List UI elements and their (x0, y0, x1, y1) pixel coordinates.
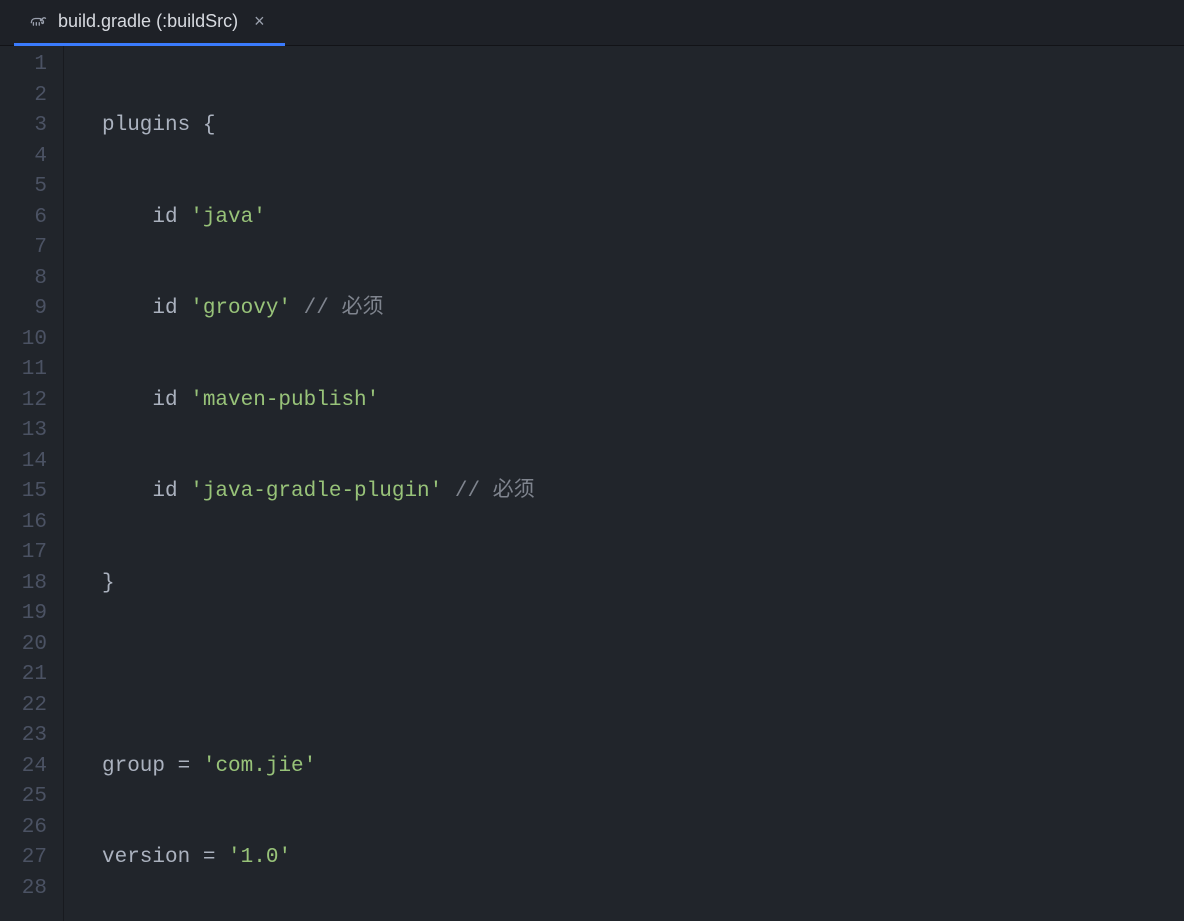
gutter-line-number: 9 (0, 294, 47, 325)
gutter-line-number: 8 (0, 264, 47, 295)
code-line: id 'java-gradle-plugin' // 必须 (102, 477, 1184, 508)
gutter-line-number: 6 (0, 203, 47, 234)
gutter-line-number: 23 (0, 721, 47, 752)
close-icon[interactable]: × (248, 12, 271, 30)
tab-bar: build.gradle (:buildSrc) × (0, 0, 1184, 46)
code-line: version = '1.0' (102, 843, 1184, 874)
gutter-line-number: 19 (0, 599, 47, 630)
tab-label: build.gradle (:buildSrc) (58, 11, 238, 32)
code-line (102, 660, 1184, 691)
gutter-line-number: 26 (0, 813, 47, 844)
gutter-line-number: 21 (0, 660, 47, 691)
gutter-line-number: 1 (0, 50, 47, 81)
gutter-line-number: 13 (0, 416, 47, 447)
gutter-line-number: 20 (0, 630, 47, 661)
gutter-line-number: 25 (0, 782, 47, 813)
gutter-line-number: 3 (0, 111, 47, 142)
code-editor[interactable]: 1234567891011121314151617181920212223242… (0, 46, 1184, 921)
gutter-line-number: 27 (0, 843, 47, 874)
code-line: id 'groovy' // 必须 (102, 294, 1184, 325)
code-line: id 'java' (102, 203, 1184, 234)
code-area[interactable]: plugins { id 'java' id 'groovy' // 必须 id… (64, 46, 1184, 921)
gutter-line-number: 24 (0, 752, 47, 783)
gutter-line-number: 7 (0, 233, 47, 264)
code-line: id 'maven-publish' (102, 386, 1184, 417)
code-line: plugins { (102, 111, 1184, 142)
gutter-line-number: 2 (0, 81, 47, 112)
elephant-icon (28, 11, 48, 31)
gutter-line-number: 18 (0, 569, 47, 600)
gutter-line-number: 17 (0, 538, 47, 569)
tab-build-gradle[interactable]: build.gradle (:buildSrc) × (14, 0, 285, 46)
gutter-line-number: 15 (0, 477, 47, 508)
gutter-line-number: 5 (0, 172, 47, 203)
gutter-line-number: 28 (0, 874, 47, 905)
editor-window: build.gradle (:buildSrc) × 1234567891011… (0, 0, 1184, 921)
gutter-line-number: 12 (0, 386, 47, 417)
gutter-line-number: 4 (0, 142, 47, 173)
code-line: } (102, 569, 1184, 600)
code-line: group = 'com.jie' (102, 752, 1184, 783)
gutter-line-number: 16 (0, 508, 47, 539)
gutter: 1234567891011121314151617181920212223242… (0, 46, 64, 921)
gutter-line-number: 10 (0, 325, 47, 356)
gutter-line-number: 14 (0, 447, 47, 478)
gutter-line-number: 11 (0, 355, 47, 386)
gutter-line-number: 22 (0, 691, 47, 722)
